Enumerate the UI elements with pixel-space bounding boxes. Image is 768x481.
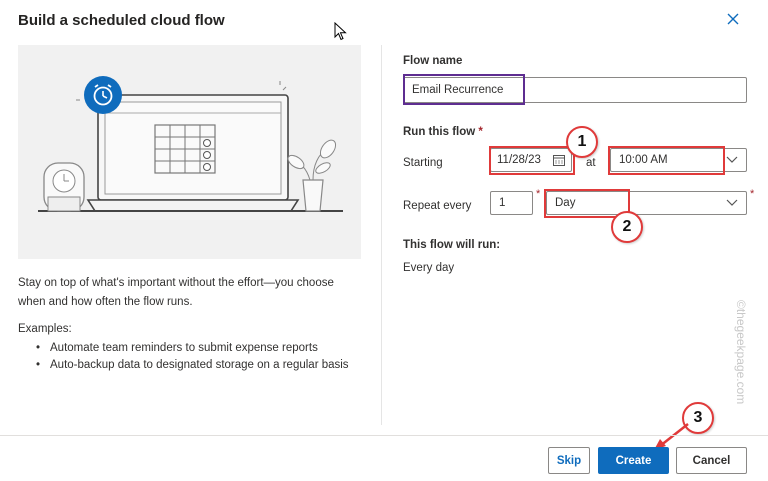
step-badge-2: 2 (611, 211, 643, 243)
at-label: at (586, 157, 596, 169)
chevron-down-icon (726, 199, 738, 206)
cancel-button[interactable]: Cancel (676, 447, 747, 474)
footer-divider (0, 435, 768, 436)
repeat-every-label: Repeat every (403, 200, 472, 212)
required-asterisk: * (750, 188, 755, 200)
create-button[interactable]: Create (598, 447, 669, 474)
flow-will-run-label: This flow will run: (403, 239, 501, 251)
date-highlight (489, 146, 575, 175)
time-highlight (608, 146, 725, 175)
flow-will-run-value: Every day (403, 262, 455, 274)
mouse-cursor-icon (334, 22, 347, 41)
close-icon[interactable] (724, 12, 742, 30)
vertical-divider (381, 45, 382, 425)
flow-name-label: Flow name (403, 55, 463, 67)
examples-list: Automate team reminders to submit expens… (18, 340, 376, 374)
skip-button[interactable]: Skip (548, 447, 590, 474)
examples-title: Examples: (18, 323, 72, 335)
laptop-calendar-illustration (38, 76, 343, 212)
run-this-flow-label: Run this flow * (403, 126, 483, 138)
repeat-interval-value: 1 (499, 197, 506, 209)
watermark-text: ©thegeekpage.com (734, 300, 748, 405)
starting-label: Starting (403, 157, 443, 169)
required-asterisk: * (536, 188, 541, 200)
illustration-panel (18, 45, 361, 259)
list-item: Auto-backup data to designated storage o… (36, 357, 376, 374)
flow-name-highlight (403, 74, 525, 105)
step-badge-1: 1 (566, 126, 598, 158)
repeat-interval-input[interactable]: 1 (490, 191, 533, 215)
flow-description: Stay on top of what's important without … (18, 277, 334, 308)
list-item: Automate team reminders to submit expens… (36, 340, 376, 357)
dialog-title: Build a scheduled cloud flow (18, 12, 225, 29)
chevron-down-icon (726, 156, 738, 163)
